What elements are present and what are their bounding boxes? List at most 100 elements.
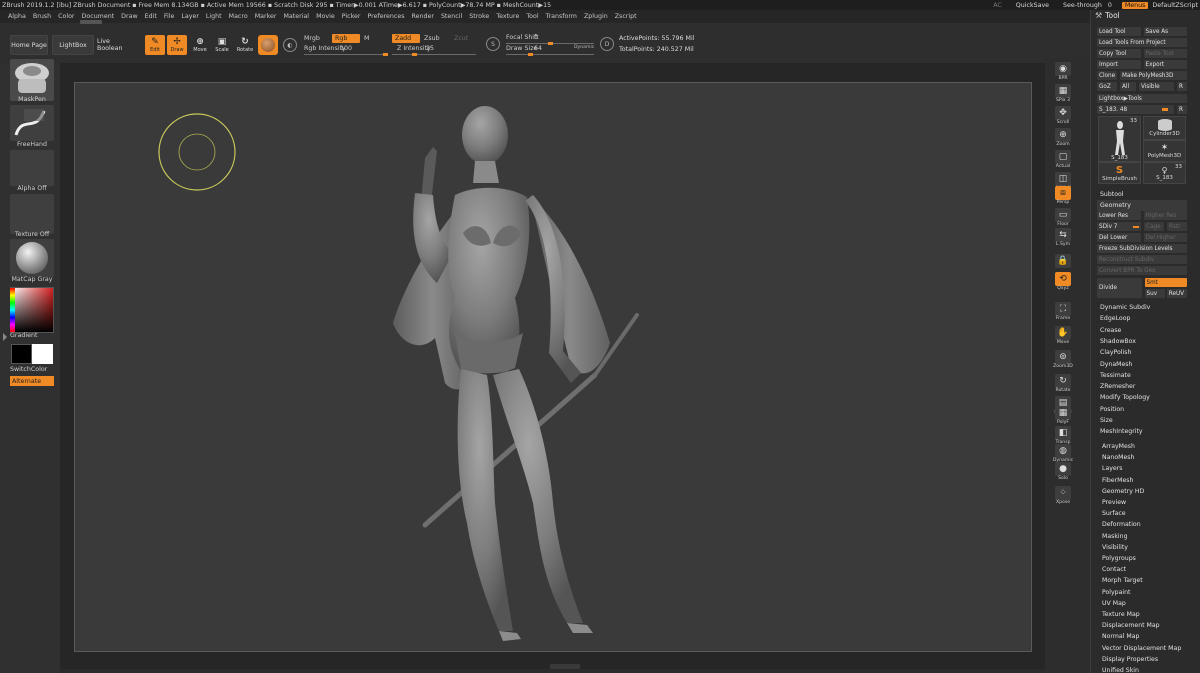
tool-thumb-simplebrush[interactable]: S SimpleBrush xyxy=(1098,162,1141,184)
right-shelf-persp-button[interactable]: ⧈ Persp xyxy=(1053,186,1073,205)
draw-tool-button[interactable]: ✢ Draw xyxy=(167,35,187,55)
z-intensity-slider[interactable] xyxy=(392,53,476,56)
tool-thumb-s183-small[interactable]: 33 ♀ S_183 xyxy=(1143,162,1186,184)
focal-shift-slider[interactable] xyxy=(506,42,594,45)
edit-tool-button[interactable]: ✎ Edit xyxy=(145,35,165,55)
right-shelf-move-button[interactable]: ✋ Move xyxy=(1053,326,1073,345)
menus-button[interactable]: Menus xyxy=(1121,1,1149,9)
zsub-button[interactable]: Zsub xyxy=(424,35,440,42)
load-tool-button[interactable]: Load Tool xyxy=(1097,27,1141,36)
divide-button[interactable]: Divide xyxy=(1097,278,1142,298)
tray-collapse-icon[interactable] xyxy=(3,333,7,341)
geometry-edgeloop-button[interactable]: EdgeLoop xyxy=(1097,313,1187,324)
reconstruct-subdiv-button[interactable]: Reconstruct Subdiv xyxy=(1097,255,1187,264)
document-viewport[interactable] xyxy=(74,82,1032,652)
menu-item-picker[interactable]: Picker xyxy=(342,13,361,20)
right-shelf-polyf-button[interactable]: ▦ PolyF xyxy=(1053,406,1073,425)
menu-item-preferences[interactable]: Preferences xyxy=(367,13,404,20)
menu-item-edit[interactable]: Edit xyxy=(145,13,157,20)
menu-item-zplugin[interactable]: Zplugin xyxy=(584,13,608,20)
rstr-button[interactable]: Rstr xyxy=(1167,222,1187,231)
main-color-swatch[interactable] xyxy=(11,344,32,364)
lightbox-tools-button[interactable]: Lightbox▶Tools xyxy=(1097,94,1187,103)
tool-thumb-cylinder[interactable]: Cylinder3D xyxy=(1143,116,1186,140)
right-shelf-bpr-button[interactable]: ◉ BPR xyxy=(1053,62,1073,81)
texture-slot[interactable] xyxy=(10,194,54,234)
draw-size-knob[interactable] xyxy=(528,53,533,56)
live-boolean-button[interactable]: Live Boolean xyxy=(96,35,138,55)
menu-item-macro[interactable]: Macro xyxy=(229,13,248,20)
section-normal-map[interactable]: Normal Map xyxy=(1099,631,1189,642)
menu-item-draw[interactable]: Draw xyxy=(121,13,137,20)
focal-shift-icon[interactable]: S xyxy=(486,37,500,51)
home-page-button[interactable]: Home Page xyxy=(10,35,48,55)
section-uv-map[interactable]: UV Map xyxy=(1099,598,1189,609)
menu-item-marker[interactable]: Marker xyxy=(255,13,277,20)
menu-item-texture[interactable]: Texture xyxy=(496,13,519,20)
geometry-claypolish-button[interactable]: ClayPolish xyxy=(1097,347,1187,358)
clone-button[interactable]: Clone xyxy=(1097,71,1117,80)
sdiv-knob[interactable] xyxy=(1133,226,1139,228)
section-fibermesh[interactable]: FiberMesh xyxy=(1099,475,1189,486)
menu-item-render[interactable]: Render xyxy=(412,13,434,20)
section-geometry-hd[interactable]: Geometry HD xyxy=(1099,486,1189,497)
secondary-color-swatch[interactable] xyxy=(32,344,53,364)
right-shelf-zoom3d-button[interactable]: ⊚ Zoom3D xyxy=(1053,350,1073,369)
section-visibility[interactable]: Visibility xyxy=(1099,542,1189,553)
move-tool-button[interactable]: ⊕ Move xyxy=(190,35,210,55)
default-zscript-button[interactable]: DefaultZScript xyxy=(1152,2,1198,9)
palette-header[interactable]: ⚒ Tool xyxy=(1095,11,1120,20)
rgb-button[interactable]: Rgb xyxy=(332,34,360,43)
stroke-slot[interactable] xyxy=(10,105,54,141)
section-deformation[interactable]: Deformation xyxy=(1099,519,1189,530)
right-shelf-xpose-button[interactable]: ⁘ Xpose xyxy=(1053,486,1073,505)
right-shelf-lock-button[interactable]: 🔒 xyxy=(1053,254,1073,268)
menu-item-color[interactable]: Color xyxy=(58,13,74,20)
d-icon[interactable]: D xyxy=(600,37,614,51)
right-shelf-scroll-button[interactable]: ✥ Scroll xyxy=(1053,106,1073,125)
menu-item-alpha[interactable]: Alpha xyxy=(8,13,26,20)
geometry-position-button[interactable]: Position xyxy=(1097,404,1187,415)
goz-button[interactable]: GoZ xyxy=(1097,82,1117,91)
bottom-scroll-handle[interactable] xyxy=(550,664,580,669)
draw-size-slider[interactable] xyxy=(506,53,594,56)
geometry-crease-button[interactable]: Crease xyxy=(1097,325,1187,336)
goz-visible-button[interactable]: Visible xyxy=(1139,82,1174,91)
section-nanomesh[interactable]: NanoMesh xyxy=(1099,452,1189,463)
section-preview[interactable]: Preview xyxy=(1099,497,1189,508)
tool-thumb-s183[interactable]: 33 S_183 xyxy=(1098,116,1141,162)
zcut-button[interactable]: Zcut xyxy=(451,34,471,43)
menu-item-transform[interactable]: Transform xyxy=(546,13,577,20)
right-shelf-actual-button[interactable]: ▢ Actual xyxy=(1053,150,1073,169)
focal-shift-knob[interactable] xyxy=(548,42,553,45)
menu-item-light[interactable]: Light xyxy=(206,13,222,20)
material-swatch[interactable] xyxy=(258,35,278,55)
section-polygroups[interactable]: Polygroups xyxy=(1099,553,1189,564)
goz-all-button[interactable]: All xyxy=(1120,82,1136,91)
section-layers[interactable]: Layers xyxy=(1099,463,1189,474)
section-morph-target[interactable]: Morph Target xyxy=(1099,575,1189,586)
right-shelf-spix-3-button[interactable]: ▦ SPix 3 xyxy=(1053,84,1073,103)
quicksave-button[interactable]: QuickSave xyxy=(1016,2,1049,9)
current-tool-knob[interactable] xyxy=(1162,108,1168,111)
right-shelf-transp-button[interactable]: ◧ Transp xyxy=(1053,426,1073,445)
smt-toggle[interactable]: Smt xyxy=(1144,278,1187,287)
right-shelf-l-sym-button[interactable]: ⇆ L.Sym xyxy=(1053,228,1073,247)
paste-tool-button[interactable]: Paste Tool xyxy=(1143,49,1187,58)
right-shelf-frame-button[interactable]: ⛶ Frame xyxy=(1053,302,1073,321)
gradient-label[interactable]: Gradient xyxy=(10,332,54,339)
right-shelf-qxyz-button[interactable]: ⟲ Qxyz xyxy=(1053,272,1073,291)
right-shelf-solo-button[interactable]: ● Solo xyxy=(1053,462,1073,481)
menu-item-brush[interactable]: Brush xyxy=(33,13,51,20)
section-surface[interactable]: Surface xyxy=(1099,508,1189,519)
sdiv-slider[interactable]: SDiv 7 xyxy=(1097,222,1141,231)
reuv-button[interactable]: ReUV xyxy=(1166,289,1187,298)
menu-item-movie[interactable]: Movie xyxy=(316,13,335,20)
menu-item-material[interactable]: Material xyxy=(283,13,309,20)
menu-item-document[interactable]: Document xyxy=(82,13,115,20)
subtool-section[interactable]: Subtool xyxy=(1097,189,1187,200)
right-shelf-floor-button[interactable]: ▭ Floor xyxy=(1053,208,1073,227)
rotate-tool-button[interactable]: ↻ Rotate xyxy=(235,35,255,55)
higher-res-button[interactable]: Higher Res xyxy=(1143,211,1187,220)
menu-item-tool[interactable]: Tool xyxy=(526,13,538,20)
